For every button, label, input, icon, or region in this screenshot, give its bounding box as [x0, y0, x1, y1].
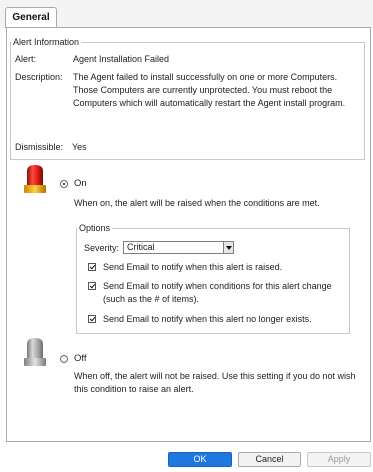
alert-label: Alert:: [15, 54, 37, 64]
dismissible-value: Yes: [72, 142, 87, 152]
cancel-button[interactable]: Cancel: [238, 452, 301, 467]
email-cleared-checkbox[interactable]: [88, 315, 96, 323]
severity-select[interactable]: Critical: [123, 241, 235, 254]
email-cleared-option[interactable]: Send Email to notify when this alert no …: [88, 313, 348, 326]
severity-label: Severity:: [84, 242, 120, 253]
gray-siren-icon: [23, 336, 47, 370]
alert-value: Agent Installation Failed: [73, 54, 170, 64]
email-raised-option[interactable]: Send Email to notify when this alert is …: [88, 261, 348, 274]
red-siren-icon: [23, 163, 47, 197]
ok-button[interactable]: OK: [168, 452, 232, 467]
severity-row: Severity: Critical: [84, 241, 235, 254]
description-label: Description:: [15, 72, 63, 82]
off-radio-option[interactable]: Off: [60, 353, 87, 364]
alert-information-group: Alert Information Alert: Agent Installat…: [10, 37, 365, 160]
off-radio-label: Off: [74, 353, 87, 364]
on-radio[interactable]: [60, 179, 68, 188]
off-description: When off, the alert will not be raised. …: [74, 371, 356, 394]
alert-information-legend: Alert Information: [13, 37, 80, 47]
email-cleared-label: Send Email to notify when this alert no …: [103, 314, 312, 324]
on-radio-label: On: [74, 178, 87, 189]
dismissible-label: Dismissible:: [15, 142, 64, 152]
description-value: The Agent failed to install successfully…: [73, 72, 346, 108]
email-change-option[interactable]: Send Email to notify when conditions for…: [88, 280, 348, 306]
apply-button[interactable]: Apply: [307, 452, 371, 467]
options-group: Options Severity: Critical Send Email to…: [76, 223, 350, 334]
options-legend: Options: [79, 223, 111, 233]
on-description: When on, the alert will be raised when t…: [74, 198, 320, 208]
email-change-checkbox[interactable]: [88, 282, 96, 290]
email-change-label: Send Email to notify when conditions for…: [103, 281, 332, 304]
chevron-down-icon[interactable]: [223, 242, 234, 253]
email-raised-label: Send Email to notify when this alert is …: [103, 262, 283, 272]
off-radio[interactable]: [60, 354, 68, 363]
email-raised-checkbox[interactable]: [88, 263, 96, 271]
on-radio-option[interactable]: On: [60, 178, 87, 189]
severity-value: Critical: [127, 242, 155, 252]
tab-general[interactable]: General: [5, 7, 57, 28]
general-panel: Alert Information Alert: Agent Installat…: [6, 27, 371, 442]
dialog-footer: OK Cancel Apply: [0, 442, 373, 472]
tab-bar: General: [0, 0, 373, 28]
